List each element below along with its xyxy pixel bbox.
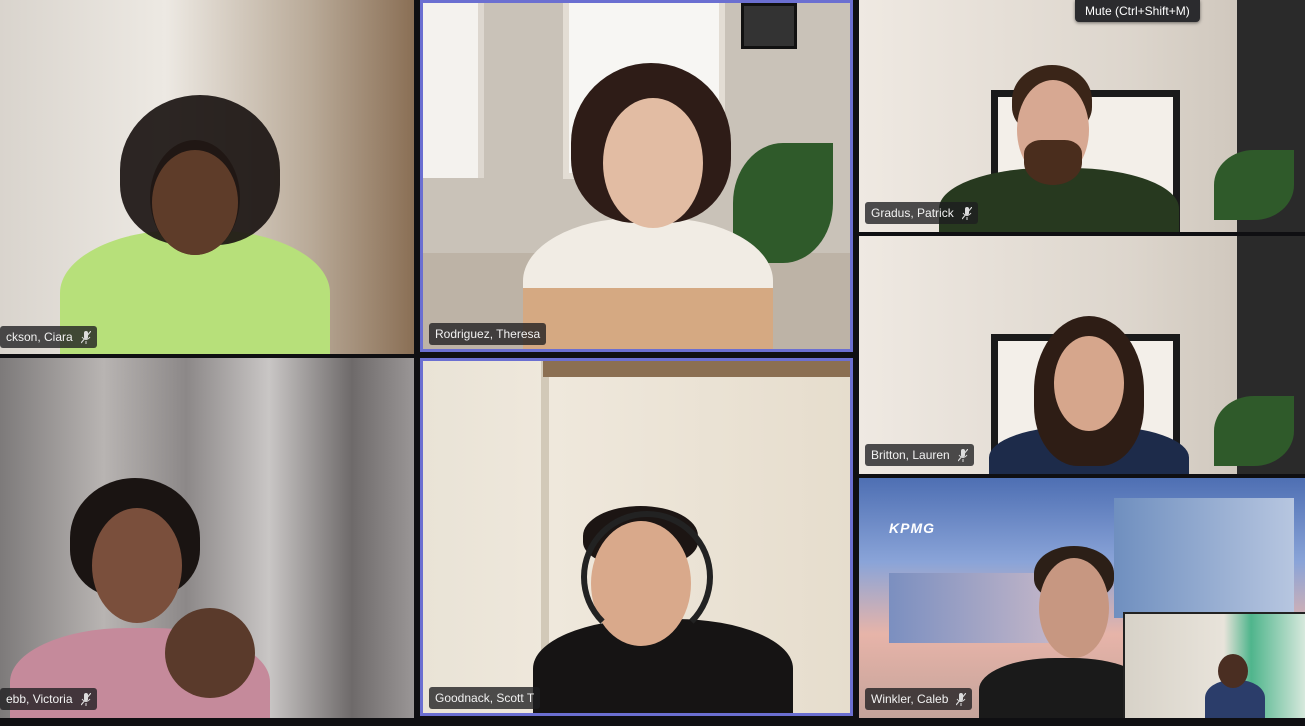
mic-muted-icon [961, 206, 972, 220]
mic-muted-icon [80, 692, 91, 706]
room-window [423, 3, 484, 178]
video-tile-theresa[interactable]: Rodriguez, Theresa [420, 0, 853, 352]
participant-name-label: ebb, Victoria [0, 688, 97, 710]
participant-name-label: Gradus, Patrick [865, 202, 978, 224]
participant-name: Winkler, Caleb [871, 692, 949, 706]
mic-muted-icon [80, 330, 91, 344]
plant [1214, 150, 1294, 220]
ceiling-beam [543, 361, 850, 377]
participant-name: Rodriguez, Theresa [435, 327, 541, 341]
video-tile-ciara[interactable]: ckson, Ciara [0, 0, 414, 354]
kpmg-logo: KPMG [889, 520, 935, 536]
mic-muted-icon [957, 448, 968, 462]
participant-name-label: Goodnack, Scott T [429, 687, 541, 709]
participant-name-label: Britton, Lauren [865, 444, 974, 466]
participant-name: Gradus, Patrick [871, 206, 954, 220]
video-tile-lauren[interactable]: Britton, Lauren [859, 236, 1305, 474]
mic-muted-icon [956, 692, 967, 706]
participant-name-label: Rodriguez, Theresa [429, 323, 547, 345]
self-view-video[interactable] [1123, 612, 1305, 718]
participant-name: Goodnack, Scott T [435, 691, 535, 705]
participant-name-label: Winkler, Caleb [865, 688, 973, 710]
video-tile-caleb[interactable]: KPMG Winkler, Caleb [859, 478, 1305, 718]
wall-picture [741, 3, 797, 49]
participant-name: ckson, Ciara [6, 330, 73, 344]
participant-name: ebb, Victoria [6, 692, 73, 706]
plant [1214, 396, 1294, 466]
background-building [1114, 498, 1294, 618]
video-tile-scott[interactable]: Goodnack, Scott T [420, 358, 853, 716]
video-tile-victoria[interactable]: ebb, Victoria [0, 358, 414, 718]
participant-name-label: ckson, Ciara [0, 326, 97, 348]
video-tile-patrick[interactable]: Gradus, Patrick [859, 0, 1305, 232]
mute-tooltip: Mute (Ctrl+Shift+M) [1075, 0, 1200, 22]
participant-name: Britton, Lauren [871, 448, 950, 462]
